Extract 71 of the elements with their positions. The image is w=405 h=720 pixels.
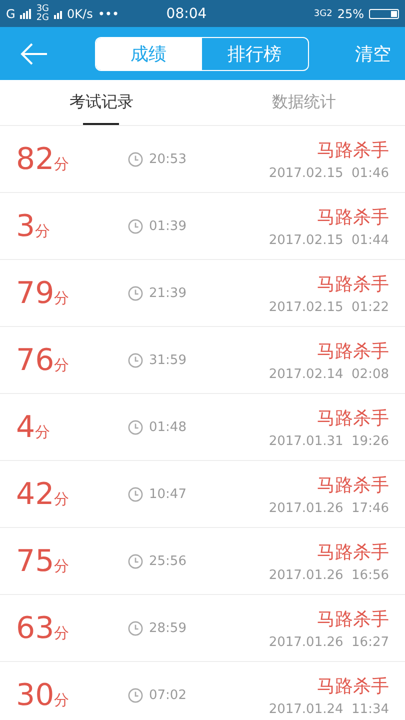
- date-text: 2017.02.15 01:44: [268, 232, 389, 248]
- date-text: 2017.01.26 16:56: [268, 568, 389, 582]
- battery-text: 25%: [337, 6, 364, 20]
- date-text: 2017.02.15 01:46: [268, 166, 389, 180]
- clock-time: 08:04: [166, 6, 207, 22]
- rank-title: 马路杀手: [317, 474, 389, 496]
- rank-title: 马路杀手: [317, 674, 389, 698]
- duration-text: 31:59: [149, 352, 186, 368]
- duration-text: 25:56: [149, 554, 186, 568]
- score-value: 82: [16, 142, 54, 176]
- rank-title: 马路杀手: [317, 340, 389, 362]
- score-unit: 分: [54, 154, 70, 174]
- speed-text: 0K/s: [67, 6, 93, 20]
- date-text: 2017.01.31 19:26: [268, 434, 389, 448]
- clock-icon: [128, 554, 143, 568]
- rank-title: 马路杀手: [317, 272, 389, 296]
- rank-title: 马路杀手: [317, 206, 389, 228]
- clock-icon: [128, 352, 143, 368]
- battery-icon: [369, 8, 399, 18]
- score-value: 3: [16, 208, 36, 244]
- score-value: 30: [16, 678, 54, 712]
- score-value: 63: [16, 610, 54, 646]
- clear-button[interactable]: 清空: [355, 42, 391, 66]
- duration-text: 21:39: [149, 286, 186, 300]
- tab[interactable]: 考试记录: [0, 80, 202, 125]
- score-value: 42: [16, 476, 54, 512]
- duration-text: 01:39: [149, 218, 186, 234]
- date-text: 2017.01.26 17:46: [268, 500, 389, 516]
- score-unit: 分: [54, 490, 70, 508]
- score-value: 75: [16, 544, 54, 578]
- duration-text: 20:53: [149, 152, 186, 166]
- segment-tab[interactable]: 成绩: [96, 38, 202, 70]
- date-text: 2017.02.14 02:08: [268, 366, 389, 382]
- score-unit: 分: [54, 556, 70, 576]
- rank-title: 马路杀手: [317, 138, 389, 162]
- clock-icon: [128, 620, 143, 636]
- duration-text: 28:59: [149, 620, 186, 636]
- status-text: •••: [98, 6, 120, 20]
- clock-icon: [128, 218, 143, 234]
- rank-title: 马路杀手: [317, 406, 389, 430]
- network-text: 3G2: [314, 8, 332, 18]
- back-icon[interactable]: [20, 42, 48, 64]
- rank-title: 马路杀手: [317, 540, 389, 564]
- signal-icon: [20, 8, 32, 18]
- segment-tab[interactable]: 排行榜: [202, 38, 308, 70]
- clock-icon: [128, 486, 143, 502]
- status-text: 2G: [36, 14, 50, 22]
- score-unit: 分: [54, 690, 70, 710]
- signal-icon: [54, 8, 62, 18]
- duration-text: 10:47: [149, 486, 186, 502]
- date-text: 2017.02.15 01:22: [268, 300, 389, 314]
- clock-icon: [128, 688, 143, 702]
- score-value: 76: [16, 342, 54, 378]
- status-text: 3G: [36, 4, 50, 14]
- date-text: 2017.01.26 16:27: [268, 634, 389, 650]
- score-value: 79: [16, 276, 54, 310]
- duration-text: 07:02: [149, 688, 186, 702]
- rank-title: 马路杀手: [317, 608, 389, 630]
- clock-icon: [128, 286, 143, 300]
- duration-text: 01:48: [149, 420, 186, 434]
- score-unit: 分: [35, 422, 50, 442]
- clock-icon: [128, 152, 143, 166]
- status-text: G: [6, 6, 16, 20]
- date-text: 2017.01.24 11:34: [268, 702, 389, 716]
- clock-icon: [128, 420, 143, 434]
- score-unit: 分: [54, 356, 70, 374]
- score-unit: 分: [54, 288, 70, 308]
- score-value: 4: [16, 410, 36, 444]
- score-unit: 分: [54, 624, 70, 642]
- score-unit: 分: [35, 222, 50, 240]
- tab[interactable]: 数据统计: [202, 80, 405, 125]
